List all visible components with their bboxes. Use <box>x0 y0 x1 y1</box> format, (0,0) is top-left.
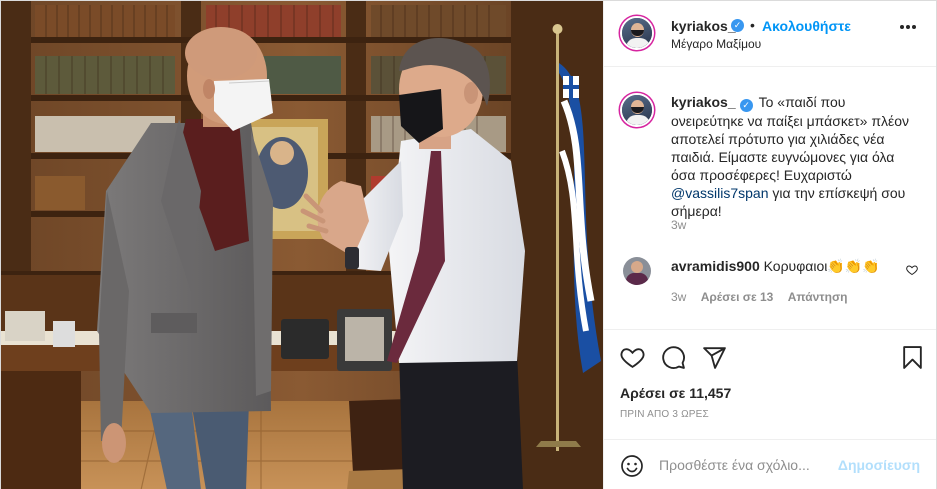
share-paper-plane-icon[interactable] <box>702 345 727 370</box>
caption-username[interactable]: kyriakos_ <box>671 94 736 110</box>
emoji-smiley-icon[interactable] <box>620 454 644 478</box>
caption-mention-link[interactable]: @vassilis7span <box>671 185 768 201</box>
caption-author-avatar[interactable] <box>620 93 654 127</box>
comment-item: avramidis900 Κορυφαιοι👏👏👏 3w Αρέσει σε 1… <box>620 255 930 315</box>
comment-text: avramidis900 Κορυφαιοι👏👏👏 <box>671 258 880 275</box>
more-options-icon[interactable] <box>900 25 916 29</box>
post-actions-bar <box>604 329 936 381</box>
publish-comment-button[interactable]: Δημοσίευση <box>838 457 920 473</box>
post-photo[interactable] <box>1 1 603 489</box>
save-bookmark-icon[interactable] <box>900 345 925 370</box>
verified-badge-icon: ✓ <box>739 99 753 112</box>
comment-reply-button[interactable]: Απάντηση <box>788 290 848 304</box>
add-comment-bar: Δημοσίευση <box>604 439 936 489</box>
commenter-avatar[interactable] <box>623 257 651 285</box>
comment-likes-link[interactable]: Αρέσει σε 13 <box>701 290 774 304</box>
comment-time: 3w <box>671 290 687 304</box>
verified-badge-icon: ✓ <box>731 19 744 32</box>
author-username[interactable]: kyriakos_ <box>671 18 736 34</box>
post-side-panel: kyriakos_ ✓ • Ακολουθήστε Μέγαρο Μαξίμου… <box>603 1 936 489</box>
comment-meta: 3w Αρέσει σε 13 Απάντηση <box>671 290 859 304</box>
comment-bubble-icon[interactable] <box>661 345 686 370</box>
post-photo-illustration <box>1 1 603 489</box>
comment-body: Κορυφαιοι👏👏👏 <box>763 258 880 274</box>
commenter-username[interactable]: avramidis900 <box>671 258 760 274</box>
caption-time: 3w <box>671 218 687 232</box>
post-header: kyriakos_ ✓ • Ακολουθήστε Μέγαρο Μαξίμου <box>604 1 936 67</box>
instagram-post: kyriakos_ ✓ • Ακολουθήστε Μέγαρο Μαξίμου… <box>0 0 937 489</box>
comment-like-heart-icon[interactable] <box>906 264 918 276</box>
author-avatar[interactable] <box>620 16 654 50</box>
like-heart-icon[interactable] <box>620 345 645 370</box>
post-location[interactable]: Μέγαρο Μαξίμου <box>671 37 761 51</box>
follow-button[interactable]: Ακολουθήστε <box>762 18 851 34</box>
post-timestamp[interactable]: ΠΡΙΝ ΑΠΟ 3 ΩΡΕΣ <box>620 409 709 420</box>
caption-text: kyriakos_ ✓ Το «παιδί που ονειρεύτηκε να π… <box>671 93 921 220</box>
separator-dot: • <box>750 17 755 33</box>
add-comment-input[interactable] <box>659 453 834 477</box>
likes-count[interactable]: Αρέσει σε 11,457 <box>620 385 731 401</box>
